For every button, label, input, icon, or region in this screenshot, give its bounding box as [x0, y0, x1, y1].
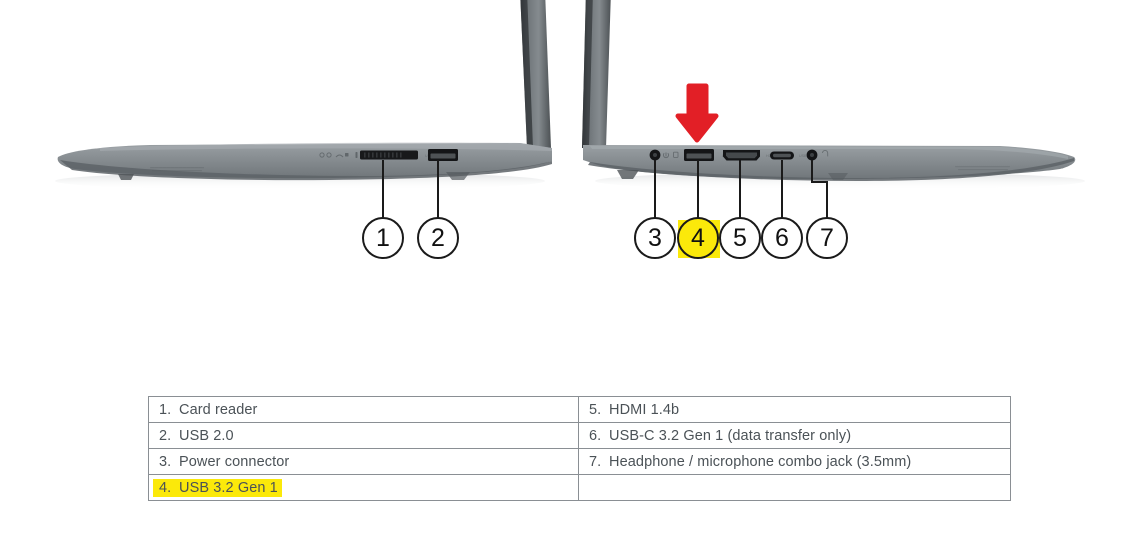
leader-line-1 — [382, 160, 384, 218]
legend-num-1: 1. — [159, 401, 172, 418]
table-row: 1. Card reader 5. HDMI 1.4b — [148, 396, 1011, 423]
legend-text-5: HDMI 1.4b — [609, 401, 680, 418]
legend-cell-empty — [578, 474, 1011, 501]
callout-circle-7[interactable]: 7 — [806, 217, 848, 259]
legend-cell-4: 4. USB 3.2 Gen 1 — [148, 474, 579, 501]
callout-circle-3[interactable]: 3 — [634, 217, 676, 259]
table-row: 4. USB 3.2 Gen 1 — [148, 474, 1011, 501]
callout-circle-6[interactable]: 6 — [761, 217, 803, 259]
legend-text-2: USB 2.0 — [179, 427, 234, 444]
legend-text-1: Card reader — [179, 401, 258, 418]
callout-label-5: 5 — [733, 223, 747, 252]
leader-line-7-vertical-a — [811, 160, 813, 183]
legend-num-6: 6. — [589, 427, 602, 444]
legend-num-4: 4. — [159, 479, 172, 496]
legend-cell-3: 3. Power connector — [148, 448, 579, 475]
laptops-illustration: USB-C — [55, 0, 1085, 190]
leader-line-5 — [739, 160, 741, 218]
legend-text-7: Headphone / microphone combo jack (3.5mm… — [609, 453, 912, 470]
callout-label-7: 7 — [820, 223, 834, 252]
red-down-arrow — [675, 83, 719, 143]
callout-label-6: 6 — [775, 223, 789, 252]
callout-label-2: 2 — [431, 223, 445, 252]
callout-label-4: 4 — [691, 223, 705, 252]
leader-line-2 — [437, 160, 439, 218]
callout-label-1: 1 — [376, 223, 390, 252]
leader-line-3 — [654, 160, 656, 218]
legend-text-4: USB 3.2 Gen 1 — [179, 479, 278, 496]
legend-cell-7: 7. Headphone / microphone combo jack (3.5… — [578, 448, 1011, 475]
legend-num-3: 3. — [159, 453, 172, 470]
legend-text-6: USB-C 3.2 Gen 1 (data transfer only) — [609, 427, 852, 444]
table-row: 3. Power connector 7. Headphone / micropho… — [148, 448, 1011, 475]
legend-cell-2: 2. USB 2.0 — [148, 422, 579, 449]
legend-cell-6: 6. USB-C 3.2 Gen 1 (data transfer only) — [578, 422, 1011, 449]
legend-cell-1: 1. Card reader — [148, 396, 579, 423]
callout-circle-4[interactable]: 4 — [677, 217, 719, 259]
diagram-stage: USB-C 1 2 3 4 5 6 7 1. Card reader 5. HD… — [0, 0, 1136, 543]
legend-num-2: 2. — [159, 427, 172, 444]
legend-num-5: 5. — [589, 401, 602, 418]
leader-line-4 — [697, 160, 699, 218]
callout-label-3: 3 — [648, 223, 662, 252]
callout-circle-1[interactable]: 1 — [362, 217, 404, 259]
port-legend-table: 1. Card reader 5. HDMI 1.4b 2. USB 2.0 6… — [148, 396, 1011, 501]
legend-text-3: Power connector — [179, 453, 290, 470]
leader-line-6 — [781, 160, 783, 218]
legend-cell-5: 5. HDMI 1.4b — [578, 396, 1011, 423]
legend-num-7: 7. — [589, 453, 602, 470]
callout-circle-5[interactable]: 5 — [719, 217, 761, 259]
callout-circle-2[interactable]: 2 — [417, 217, 459, 259]
leader-line-7-vertical-b — [826, 181, 828, 218]
laptop-left-side-view: USB — [55, 0, 553, 190]
table-row: 2. USB 2.0 6. USB-C 3.2 Gen 1 (data transf… — [148, 422, 1011, 449]
laptop-right-side-view: USB HDMI USB-C — [582, 0, 1085, 190]
